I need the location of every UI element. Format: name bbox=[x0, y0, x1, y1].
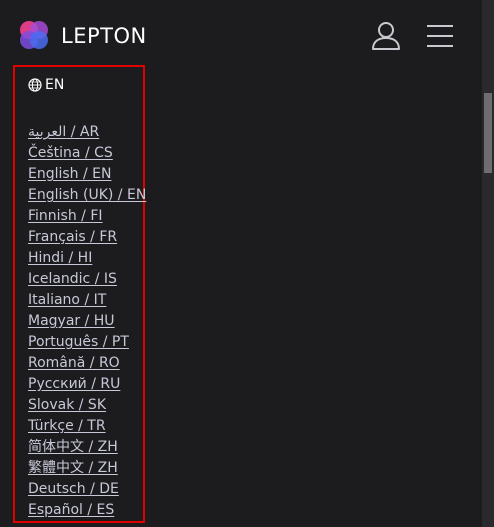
language-link-tr[interactable]: Türkçe / TR bbox=[28, 418, 106, 434]
scrollbar-thumb[interactable] bbox=[484, 93, 492, 173]
list-item: Hindi / HI bbox=[28, 246, 146, 267]
user-icon[interactable] bbox=[370, 20, 402, 52]
list-item: Slovak / SK bbox=[28, 393, 146, 414]
language-link-ar[interactable]: العربية / AR bbox=[28, 124, 99, 140]
current-language-label: EN bbox=[45, 77, 65, 93]
language-link-en[interactable]: English / EN bbox=[28, 166, 112, 182]
list-item: Deutsch / DE bbox=[28, 477, 146, 498]
list-item: English (UK) / EN bbox=[28, 183, 146, 204]
language-link-cs[interactable]: Čeština / CS bbox=[28, 145, 113, 161]
list-item: English / EN bbox=[28, 162, 146, 183]
language-selector[interactable]: EN bbox=[28, 76, 64, 94]
list-item: Português / PT bbox=[28, 330, 146, 351]
brand-name[interactable]: LEPTON bbox=[61, 24, 147, 48]
list-item: العربية / AR bbox=[28, 120, 146, 141]
language-link-it[interactable]: Italiano / IT bbox=[28, 292, 106, 308]
language-link-en-uk[interactable]: English (UK) / EN bbox=[28, 187, 146, 203]
language-link-es[interactable]: Español / ES bbox=[28, 502, 114, 518]
hamburger-menu-icon[interactable] bbox=[425, 23, 455, 49]
language-menu: EN العربية / AR Čeština / CS English / E… bbox=[13, 65, 146, 523]
scrollbar[interactable] bbox=[482, 0, 494, 527]
language-link-ro[interactable]: Română / RO bbox=[28, 355, 120, 371]
lepton-logo-icon[interactable] bbox=[18, 19, 50, 51]
language-link-hi[interactable]: Hindi / HI bbox=[28, 250, 92, 266]
language-link-fr[interactable]: Français / FR bbox=[28, 229, 117, 245]
list-item: Finnish / FI bbox=[28, 204, 146, 225]
list-item: Français / FR bbox=[28, 225, 146, 246]
globe-icon bbox=[28, 78, 42, 92]
list-item: Español / ES bbox=[28, 498, 146, 519]
language-link-is[interactable]: Icelandic / IS bbox=[28, 271, 117, 287]
language-link-pt[interactable]: Português / PT bbox=[28, 334, 129, 350]
list-item: 繁體中文 / ZH bbox=[28, 456, 146, 477]
list-item: Русский / RU bbox=[28, 372, 146, 393]
page: LEPTON EN العربية / AR Čeština / CS Engl… bbox=[0, 0, 494, 527]
language-link-zh-hant[interactable]: 繁體中文 / ZH bbox=[28, 460, 118, 476]
language-link-hu[interactable]: Magyar / HU bbox=[28, 313, 115, 329]
list-item: Türkçe / TR bbox=[28, 414, 146, 435]
language-list: العربية / AR Čeština / CS English / EN E… bbox=[28, 120, 146, 519]
language-link-sk[interactable]: Slovak / SK bbox=[28, 397, 106, 413]
language-link-zh-hans[interactable]: 简体中文 / ZH bbox=[28, 439, 118, 455]
language-link-de[interactable]: Deutsch / DE bbox=[28, 481, 119, 497]
list-item: Magyar / HU bbox=[28, 309, 146, 330]
list-item: Čeština / CS bbox=[28, 141, 146, 162]
language-link-fi[interactable]: Finnish / FI bbox=[28, 208, 103, 224]
list-item: Italiano / IT bbox=[28, 288, 146, 309]
list-item: 简体中文 / ZH bbox=[28, 435, 146, 456]
list-item: Icelandic / IS bbox=[28, 267, 146, 288]
list-item: Română / RO bbox=[28, 351, 146, 372]
language-link-ru[interactable]: Русский / RU bbox=[28, 376, 120, 392]
